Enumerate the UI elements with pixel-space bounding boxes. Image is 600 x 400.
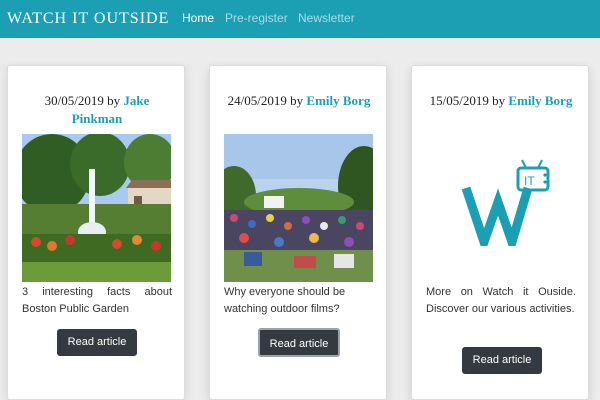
- article-header: 15/05/2019 by Emily Borg: [422, 92, 580, 110]
- article-date: 15/05/2019: [429, 93, 489, 108]
- article-date: 24/05/2019: [227, 93, 287, 108]
- article-card-1: 30/05/2019 by Jake Pinkman 3 interesting…: [7, 65, 185, 400]
- logo-text: IT: [524, 174, 535, 188]
- nav-newsletter[interactable]: Newsletter: [298, 11, 355, 25]
- read-article-button[interactable]: Read article: [462, 347, 542, 374]
- article-card-2: 24/05/2019 by Emily Borg Why everyone sh…: [209, 65, 387, 400]
- by-label: by: [290, 93, 304, 108]
- article-header: 24/05/2019 by Emily Borg: [220, 92, 378, 110]
- top-navbar: WATCH IT OUTSIDE Home Pre-register Newsl…: [0, 0, 600, 38]
- brand-logo[interactable]: WATCH IT OUTSIDE: [7, 10, 169, 28]
- outdoor-cinema-image: [224, 134, 373, 282]
- by-label: by: [107, 93, 121, 108]
- by-label: by: [492, 93, 506, 108]
- article-description: 3 interesting facts about Boston Public …: [22, 286, 172, 315]
- read-article-button[interactable]: Read article: [258, 328, 340, 357]
- article-description: Why everyone should be watching outdoor …: [224, 286, 346, 315]
- read-article-button[interactable]: Read article: [57, 329, 137, 356]
- article-author[interactable]: Emily Borg: [508, 93, 572, 108]
- article-card-3: 15/05/2019 by Emily Borg IT More on Watc…: [411, 65, 589, 400]
- nav-home[interactable]: Home: [182, 11, 214, 25]
- watch-it-outside-logo: IT: [460, 158, 552, 257]
- article-header: 30/05/2019 by Jake Pinkman: [18, 92, 176, 128]
- article-description: More on Watch it Ouside. Discover our va…: [426, 286, 576, 315]
- garden-fountain-image: [22, 134, 171, 282]
- article-author[interactable]: Emily Borg: [306, 93, 370, 108]
- nav-pre-register[interactable]: Pre-register: [225, 11, 288, 25]
- article-date: 30/05/2019: [44, 93, 104, 108]
